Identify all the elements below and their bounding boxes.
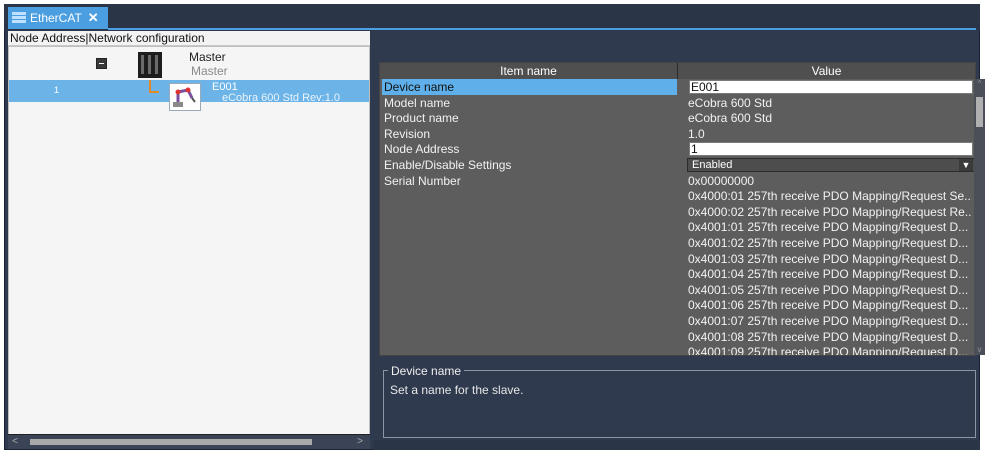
- scroll-right-icon[interactable]: >: [355, 436, 365, 447]
- grid-item-name: [382, 344, 677, 355]
- grid-row[interactable]: 0x4001:08 257th receive PDO Mapping/Requ…: [380, 329, 975, 345]
- grid-row[interactable]: 0x4001:03 257th receive PDO Mapping/Requ…: [380, 251, 975, 267]
- grid-item-name: [382, 329, 677, 345]
- grid-row[interactable]: 0x4000:01 257th receive PDO Mapping/Requ…: [380, 188, 975, 204]
- grid-item-name: Enable/Disable Settings: [384, 158, 512, 172]
- grid-row[interactable]: Revision 1.0: [380, 126, 975, 142]
- grid-row[interactable]: 0x4000:02 257th receive PDO Mapping/Requ…: [380, 204, 975, 220]
- property-grid[interactable]: Item name Value Device name E001 Model nam…: [379, 62, 976, 356]
- grid-item-name: Node Address: [384, 142, 460, 157]
- robot-arm-icon: [169, 83, 201, 111]
- grid-row[interactable]: 0x4001:05 257th receive PDO Mapping/Requ…: [380, 282, 975, 298]
- grid-value: eCobra 600 Std: [688, 111, 773, 126]
- grid-item-name: [382, 235, 677, 251]
- grid-value: eCobra 600 Std: [688, 95, 773, 110]
- grid-item-name: [382, 219, 677, 235]
- grid-item-name: [382, 188, 677, 204]
- collapse-icon[interactable]: [96, 58, 107, 69]
- grid-value: 0x4001:04 257th receive PDO Mapping/Requ…: [688, 267, 969, 282]
- master-device-icon: [138, 52, 162, 78]
- column-item-name: Item name: [380, 63, 678, 79]
- column-value: Value: [678, 63, 975, 79]
- slave-model: eCobra 600 Std Rev:1.0: [222, 92, 341, 104]
- left-pane-header: Node Address|Network configuration: [8, 31, 370, 46]
- grid-item-name: [382, 266, 677, 282]
- slave-node-number: 1: [54, 85, 60, 95]
- grid-row[interactable]: Model name eCobra 600 Std: [380, 95, 975, 111]
- grid-value: 0x4000:02 257th receive PDO Mapping/Requ…: [688, 204, 972, 219]
- scroll-thumb[interactable]: [30, 439, 312, 445]
- grid-value: 0x4001:05 257th receive PDO Mapping/Requ…: [688, 282, 969, 297]
- grid-row[interactable]: 0x4001:09 257th receive PDO Mapping/Requ…: [380, 344, 975, 356]
- tab-label: EtherCAT: [30, 11, 82, 25]
- grid-row[interactable]: Serial Number 0x00000000: [380, 173, 975, 189]
- network-tree[interactable]: Master Master 1 E001 eCobra 600 Std Rev:…: [8, 46, 370, 435]
- grid-value: 0x4001:01 257th receive PDO Mapping/Requ…: [688, 220, 969, 235]
- scroll-down-icon[interactable]: v: [974, 345, 985, 355]
- tab-accent-line: [108, 28, 976, 30]
- dropdown-selected-value: Enabled: [692, 159, 733, 171]
- grid-row[interactable]: 0x4001:07 257th receive PDO Mapping/Requ…: [380, 313, 975, 329]
- grid-item-name: [382, 204, 677, 220]
- close-icon[interactable]: ✕: [88, 10, 99, 26]
- grid-item-name: Revision: [384, 126, 431, 141]
- grid-row[interactable]: Node Address 1: [380, 141, 975, 157]
- grid-row[interactable]: Enable/Disable Settings Enabled ▼: [380, 157, 975, 173]
- grid-item-name: Serial Number: [384, 173, 461, 188]
- grid-value: 1.0: [688, 126, 705, 141]
- vscroll-thumb[interactable]: [976, 97, 983, 127]
- grid-item-name: [382, 282, 677, 298]
- master-node[interactable]: Master Master: [9, 47, 369, 79]
- slave-node-e001[interactable]: 1 E001 eCobra 600 Std Rev:1.0: [9, 80, 369, 111]
- grid-row[interactable]: 0x4001:01 257th receive PDO Mapping/Requ…: [380, 219, 975, 235]
- grid-item-name: [382, 251, 677, 267]
- description-title: Device name: [388, 364, 465, 378]
- grid-value-input[interactable]: 1: [689, 142, 973, 157]
- master-subtitle: Master: [191, 64, 228, 78]
- grid-value: 0x4001:06 257th receive PDO Mapping/Requ…: [688, 298, 969, 313]
- grid-item-name: Model name: [384, 95, 451, 110]
- grid-row[interactable]: 0x4001:02 257th receive PDO Mapping/Requ…: [380, 235, 975, 251]
- grid-item-name: Product name: [384, 111, 459, 126]
- tree-connector: [149, 80, 159, 93]
- vertical-scrollbar[interactable]: ^ v: [974, 79, 985, 355]
- grid-item-name: Device name: [382, 79, 677, 95]
- grid-value: 0x4001:03 257th receive PDO Mapping/Requ…: [688, 251, 969, 266]
- grid-item-name: [382, 313, 677, 329]
- grid-row[interactable]: 0x4001:06 257th receive PDO Mapping/Requ…: [380, 297, 975, 313]
- grid-value: 0x4001:08 257th receive PDO Mapping/Requ…: [688, 329, 969, 344]
- grid-value: 0x4001:09 257th receive PDO Mapping/Requ…: [688, 345, 969, 356]
- horizontal-scrollbar[interactable]: < >: [8, 434, 370, 449]
- enable-disable-dropdown[interactable]: Enabled ▼: [687, 158, 975, 172]
- ethercat-icon: [12, 12, 26, 24]
- grid-item-name: [382, 297, 677, 313]
- scroll-up-icon[interactable]: ^: [974, 79, 985, 89]
- grid-row[interactable]: 0x4001:04 257th receive PDO Mapping/Requ…: [380, 266, 975, 282]
- grid-value: 0x4000:01 257th receive PDO Mapping/Requ…: [688, 189, 972, 204]
- tab-bar: EtherCAT ✕: [4, 4, 980, 30]
- grid-header: Item name Value: [380, 63, 975, 79]
- grid-row[interactable]: Product name eCobra 600 Std: [380, 110, 975, 126]
- master-title: Master: [189, 50, 226, 64]
- grid-row[interactable]: Device name E001: [380, 79, 975, 95]
- chevron-down-icon[interactable]: ▼: [959, 159, 973, 171]
- tab-ethercat[interactable]: EtherCAT ✕: [8, 7, 108, 29]
- description-panel: [383, 370, 976, 438]
- grid-value-input[interactable]: E001: [689, 80, 973, 94]
- grid-value: 0x4001:02 257th receive PDO Mapping/Requ…: [688, 236, 969, 250]
- bottom-strip: [373, 440, 980, 450]
- grid-value: 0x00000000: [688, 173, 755, 188]
- description-text: Set a name for the slave.: [390, 383, 524, 397]
- scroll-left-icon[interactable]: <: [10, 436, 20, 447]
- grid-value: 0x4001:07 257th receive PDO Mapping/Requ…: [688, 314, 969, 328]
